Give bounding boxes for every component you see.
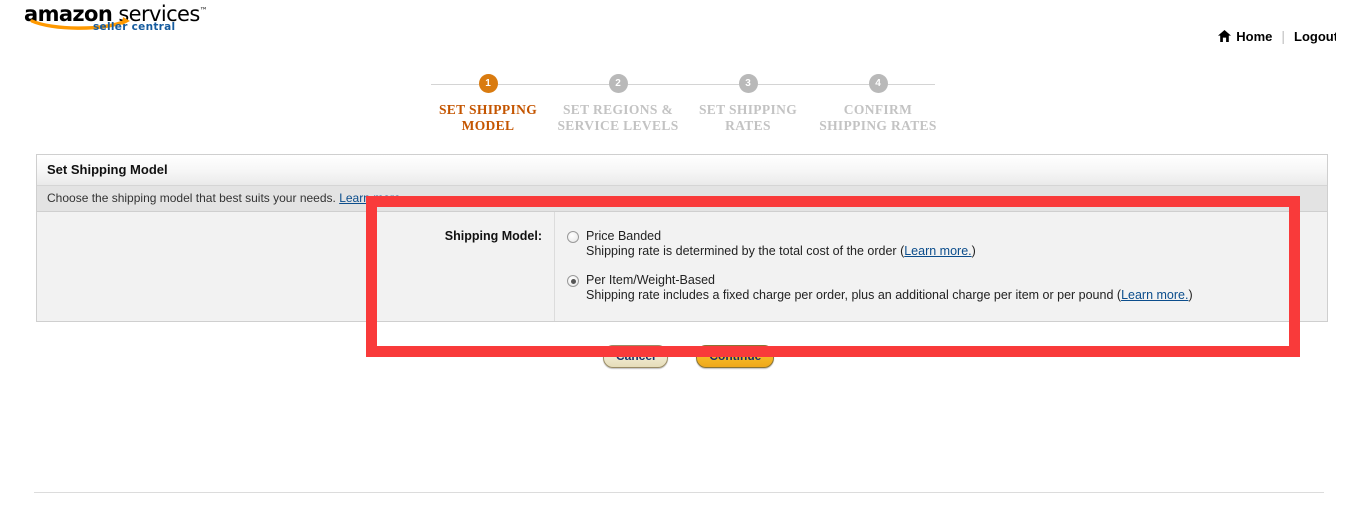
panel-description: Choose the shipping model that best suit… [37,186,1327,212]
home-label: Home [1236,28,1273,44]
option-per-item-weight-based[interactable]: Per Item/Weight-Based Shipping rate incl… [567,273,1327,303]
home-link[interactable]: Home [1218,29,1272,44]
stepper-step-4[interactable]: 4 CONFIRM SHIPPING RATES [813,74,943,133]
stepper-bubble-4: 4 [868,74,888,93]
option-per-item-weight-based-description: Shipping rate includes a fixed charge pe… [586,288,1193,302]
option-price-banded-texts: Price Banded Shipping rate is determined… [586,229,976,259]
home-icon [1218,30,1232,42]
logout-label: Logout [1294,28,1336,44]
amazon-services-logo: amazon services™ seller central [24,0,208,44]
stepper-bubble-2: 2 [608,74,628,93]
stepper-bubble-1: 1 [478,74,498,93]
footer-divider [34,492,1324,493]
form-actions: Cancel Continue [603,345,775,368]
option-per-item-weight-based-description-text: Shipping rate includes a fixed charge pe… [586,288,1122,302]
panel-description-text: Choose the shipping model that best suit… [47,191,336,205]
stepper-step-3[interactable]: 3 SET SHIPPING RATES [683,74,813,133]
nav-separator: | [1281,28,1285,44]
option-price-banded-description: Shipping rate is determined by the total… [586,244,976,258]
cancel-button[interactable]: Cancel [603,345,669,368]
panel-title: Set Shipping Model [37,155,1327,186]
logout-link[interactable]: Logout [1294,29,1336,44]
shipping-model-options: Price Banded Shipping rate is determined… [555,212,1327,321]
option-per-item-weight-based-description-end: ) [1188,288,1193,302]
stepper-bubble-3: 3 [738,74,758,93]
shipping-model-form: Shipping Model: Price Banded Shipping ra… [37,212,1327,321]
stepper-step-2[interactable]: 2 SET REGIONS & SERVICE LEVELS [553,74,683,133]
logo-trademark: ™ [199,6,208,15]
shipping-model-field-label: Shipping Model: [37,212,555,321]
progress-stepper: 1 SET SHIPPING MODEL 2 SET REGIONS & SER… [418,74,946,136]
page-header: amazon services™ seller central Home | L… [0,0,1354,56]
stepper-label-1: SET SHIPPING MODEL [438,102,538,133]
continue-button[interactable]: Continue [696,345,775,368]
option-per-item-weight-based-learn-more-link[interactable]: Learn more. [1121,288,1188,302]
option-price-banded-learn-more-link[interactable]: Learn more. [904,244,971,258]
radio-per-item-weight-based[interactable] [567,275,579,287]
panel-description-learn-more-link[interactable]: Learn more. [339,191,404,205]
option-price-banded-description-end: ) [971,244,976,258]
option-price-banded[interactable]: Price Banded Shipping rate is determined… [567,229,1327,259]
logo-subtitle: seller central [93,21,176,33]
stepper-step-1[interactable]: 1 SET SHIPPING MODEL [423,74,553,133]
option-per-item-weight-based-title: Per Item/Weight-Based [586,273,715,287]
radio-price-banded[interactable] [567,231,579,243]
set-shipping-model-panel: Set Shipping Model Choose the shipping m… [36,154,1328,322]
top-navigation: Home | Logout [1218,28,1336,44]
option-price-banded-title: Price Banded [586,229,662,243]
option-price-banded-description-text: Shipping rate is determined by the total… [586,244,905,258]
option-per-item-weight-based-texts: Per Item/Weight-Based Shipping rate incl… [586,273,1193,303]
stepper-label-2: SET REGIONS & SERVICE LEVELS [557,102,679,133]
stepper-label-4: CONFIRM SHIPPING RATES [819,102,937,133]
stepper-label-3: SET SHIPPING RATES [698,102,798,133]
